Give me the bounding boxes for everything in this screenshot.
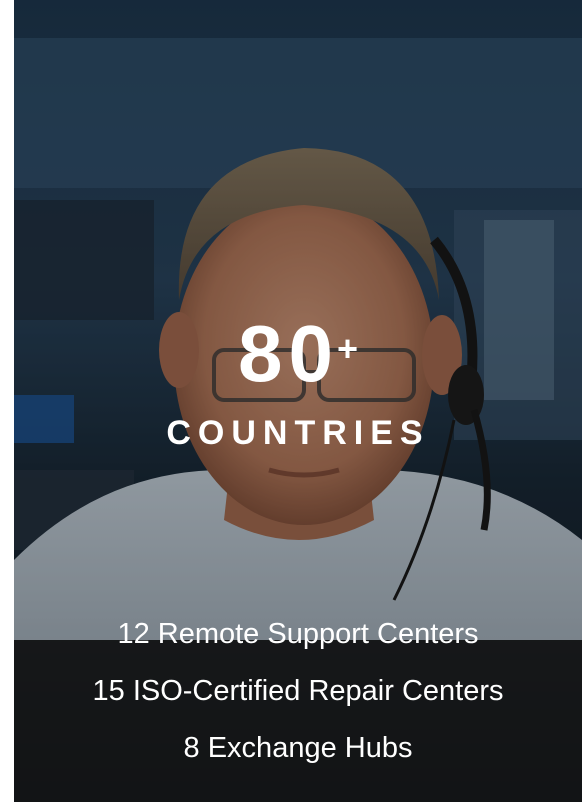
fact-exchange-hubs: 8 Exchange Hubs	[183, 732, 413, 764]
stats-card: 80+ COUNTRIES 12 Remote Support Centers …	[14, 0, 582, 802]
stat-block: 80+	[14, 308, 582, 400]
fact-remote-support: 12 Remote Support Centers	[117, 618, 479, 650]
stat-suffix: +	[336, 328, 358, 369]
stat-label: COUNTRIES	[166, 414, 430, 452]
stat-number: 80	[237, 309, 339, 398]
fact-repair-centers: 15 ISO-Certified Repair Centers	[92, 675, 504, 707]
facts-list: 12 Remote Support Centers 15 ISO-Certifi…	[14, 606, 582, 777]
